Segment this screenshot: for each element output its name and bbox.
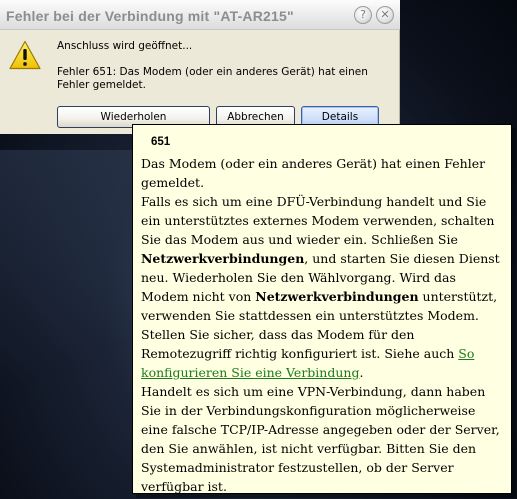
help-paragraph-1: Das Modem (oder ein anderes Gerät) hat e… — [141, 156, 486, 190]
help-text-segment: . — [359, 365, 364, 380]
network-connections-term: Netzwerkverbindungen — [255, 289, 419, 304]
close-title-button[interactable]: ✕ — [376, 6, 394, 24]
warning-icon — [9, 40, 41, 70]
status-message: Anschluss wird geöffnet... — [57, 40, 193, 52]
connection-error-dialog: Fehler bei der Verbindung mit "AT-AR215"… — [0, 0, 400, 134]
help-text: Das Modem (oder ein anderes Gerät) hat e… — [141, 154, 506, 496]
network-connections-term: Netzwerkverbindungen — [141, 251, 305, 266]
help-paragraph-3: Handelt es sich um eine VPN-Verbindung, … — [141, 384, 500, 494]
help-text-segment: Falls es sich um eine DFÜ-Verbindung han… — [141, 194, 495, 247]
help-paragraph-2: Falls es sich um eine DFÜ-Verbindung han… — [141, 192, 506, 382]
window-title: Fehler bei der Verbindung mit "AT-AR215" — [6, 8, 294, 24]
error-message: Fehler 651: Das Modem (oder ein anderes … — [57, 66, 368, 91]
title-bar[interactable]: Fehler bei der Verbindung mit "AT-AR215"… — [0, 0, 400, 30]
help-title-button[interactable]: ? — [354, 6, 372, 24]
error-help-popup: 651 Das Modem (oder ein anderes Gerät) h… — [132, 124, 512, 494]
error-code: 651 — [151, 136, 171, 148]
desktop-light-sweep — [0, 150, 140, 499]
